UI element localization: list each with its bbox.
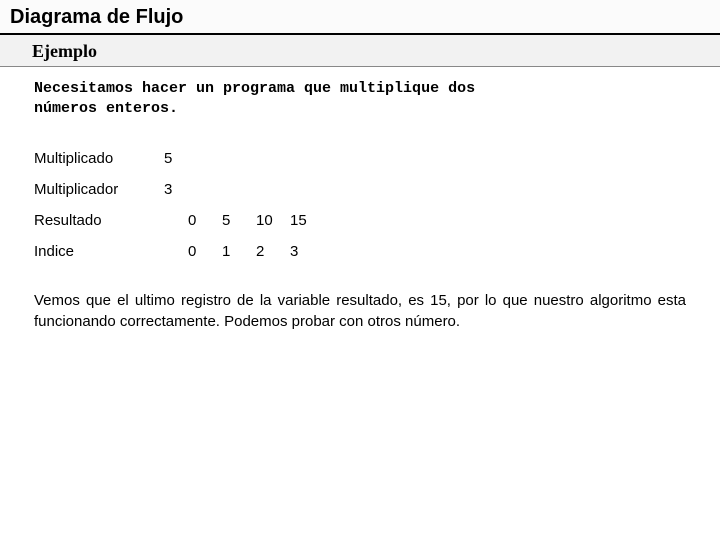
page-subtitle: Ejemplo — [32, 41, 710, 62]
label-multiplicado: Multiplicado — [34, 150, 164, 167]
title-bar: Diagrama de Flujo — [0, 0, 720, 35]
row-indice: Indice 0 1 2 3 — [34, 243, 686, 260]
seq-resultado: 0 5 10 15 — [188, 212, 324, 229]
value-multiplicador: 3 — [164, 181, 198, 198]
resultado-2: 10 — [256, 212, 290, 229]
problem-statement: Necesitamos hacer un programa que multip… — [34, 79, 686, 120]
resultado-3: 15 — [290, 212, 324, 229]
subtitle-bar: Ejemplo — [0, 35, 720, 67]
label-multiplicador: Multiplicador — [34, 181, 164, 198]
statement-line-2: números enteros. — [34, 99, 686, 119]
label-resultado: Resultado — [34, 212, 164, 229]
statement-line-1: Necesitamos hacer un programa que multip… — [34, 79, 686, 99]
value-multiplicado: 5 — [164, 150, 198, 167]
label-indice: Indice — [34, 243, 164, 260]
row-multiplicado: Multiplicado 5 — [34, 150, 686, 167]
row-multiplicador: Multiplicador 3 — [34, 181, 686, 198]
closing-paragraph: Vemos que el ultimo registro de la varia… — [34, 290, 686, 334]
resultado-0: 0 — [188, 212, 222, 229]
row-resultado: Resultado 0 5 10 15 — [34, 212, 686, 229]
seq-indice: 0 1 2 3 — [188, 243, 324, 260]
indice-3: 3 — [290, 243, 324, 260]
resultado-1: 5 — [222, 212, 256, 229]
indice-1: 1 — [222, 243, 256, 260]
indice-0: 0 — [188, 243, 222, 260]
variables-block: Multiplicado 5 Multiplicador 3 Resultado… — [34, 150, 686, 260]
content-area: Necesitamos hacer un programa que multip… — [0, 67, 720, 333]
page-title: Diagrama de Flujo — [10, 6, 710, 29]
indice-2: 2 — [256, 243, 290, 260]
